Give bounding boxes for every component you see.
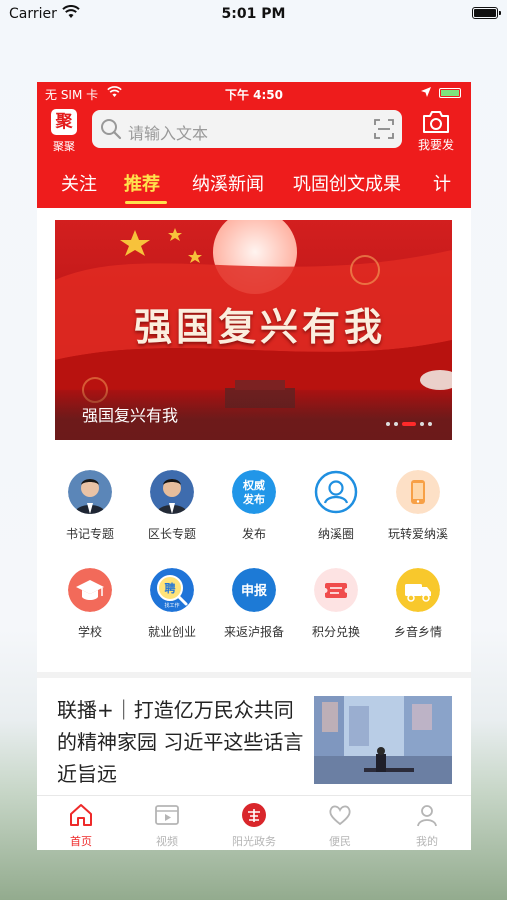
grid-label: 区长专题: [147, 527, 196, 541]
home-icon: [70, 804, 92, 826]
post-button-label: 我要发: [417, 138, 454, 152]
banner-carousel[interactable]: 强国复兴有我 强国复兴有我: [55, 220, 452, 440]
grid-label: 乡音乡情: [393, 625, 442, 639]
search-input[interactable]: 请输入文本: [92, 110, 402, 148]
carousel-dot: [428, 422, 432, 426]
release-icon: 权威 发布: [232, 470, 276, 514]
truck-icon: [396, 568, 440, 612]
app-header: 无 SIM 卡 下午 4:50 聚 聚聚 请输入文本 我要发 关注 推荐 纳溪新…: [37, 82, 471, 208]
grid-label: 玩转爱纳溪: [387, 527, 448, 541]
report-icon: 申报: [232, 568, 276, 612]
release-icon-text: 权威: [242, 478, 265, 492]
banner-title: 强国复兴有我: [133, 304, 386, 349]
section-divider: [37, 672, 471, 678]
recruit-icon-text: 找工作: [164, 602, 179, 609]
device-status-bar: Carrier 5:01 PM: [0, 0, 507, 28]
app-logo[interactable]: 聚: [51, 109, 77, 135]
grid-label: 纳溪圈: [317, 527, 354, 541]
grid-label: 书记专题: [65, 527, 114, 541]
camera-icon[interactable]: [421, 109, 451, 135]
tab-consolidate[interactable]: 巩固创文成果: [293, 170, 401, 196]
search-placeholder: 请输入文本: [128, 124, 209, 143]
circle-user-icon: [314, 470, 358, 514]
grid-label: 就业创业: [147, 625, 196, 639]
nav-label: 首页: [70, 835, 92, 848]
banner-caption: 强国复兴有我: [82, 406, 179, 425]
battery-icon: [439, 88, 461, 98]
graduation-cap-icon: [68, 568, 112, 612]
tab-follow[interactable]: 关注: [61, 170, 97, 196]
nav-label: 便民: [329, 835, 351, 848]
news-thumbnail-image: [314, 696, 452, 784]
news-thumbnail[interactable]: [314, 696, 452, 784]
phone-icon: [396, 470, 440, 514]
carousel-dot: [386, 422, 390, 426]
nav-label: 视频: [156, 835, 178, 848]
recruit-icon-text: 聘: [165, 581, 176, 595]
search-icon: [101, 119, 122, 140]
nav-label: 我的: [416, 835, 438, 848]
ticket-icon: [314, 568, 358, 612]
heart-icon: [329, 805, 351, 826]
portrait-icon: [68, 470, 112, 514]
battery-icon: [472, 7, 501, 19]
grid-label: 来返泸报备: [223, 625, 284, 639]
bottom-tab-bar: 首页 视频 阳光政务 便民 我的: [37, 795, 471, 850]
app-logo-label: 聚聚: [53, 140, 75, 153]
channel-tabs: 关注 推荐 纳溪新闻 巩固创文成果 计: [37, 168, 471, 208]
government-icon: [242, 803, 266, 827]
inner-status-bar: 无 SIM 卡 下午 4:50: [37, 82, 471, 104]
grid-label: 发布: [241, 527, 266, 541]
tab-recommend[interactable]: 推荐: [124, 170, 160, 196]
scan-icon[interactable]: [374, 119, 394, 139]
app-screen: 无 SIM 卡 下午 4:50 聚 聚聚 请输入文本 我要发 关注 推荐 纳溪新…: [37, 82, 471, 850]
news-headline[interactable]: 联播+｜打造亿万民众共同的精神家园 习近平这些话言近旨远: [57, 694, 307, 790]
tab-more[interactable]: 计: [433, 170, 451, 196]
carousel-dot: [394, 422, 398, 426]
nav-label: 阳光政务: [232, 835, 276, 848]
location-arrow-icon: [421, 87, 431, 97]
grid-label: 积分兑换: [311, 625, 360, 639]
clock: 5:01 PM: [221, 6, 286, 22]
recruit-icon: 聘 找工作: [150, 568, 194, 612]
inner-clock: 下午 4:50: [224, 88, 284, 102]
release-icon-text: 发布: [242, 492, 265, 506]
tab-naxi-news[interactable]: 纳溪新闻: [192, 170, 264, 196]
carousel-dot-active: [402, 422, 416, 426]
grid-label: 学校: [77, 625, 102, 639]
active-tab-indicator: [125, 201, 167, 204]
user-icon: [417, 805, 437, 827]
carousel-dots: [386, 422, 438, 426]
carousel-dot: [420, 422, 424, 426]
report-icon-text: 申报: [241, 583, 268, 599]
video-icon: [155, 805, 179, 825]
portrait-icon: [150, 470, 194, 514]
